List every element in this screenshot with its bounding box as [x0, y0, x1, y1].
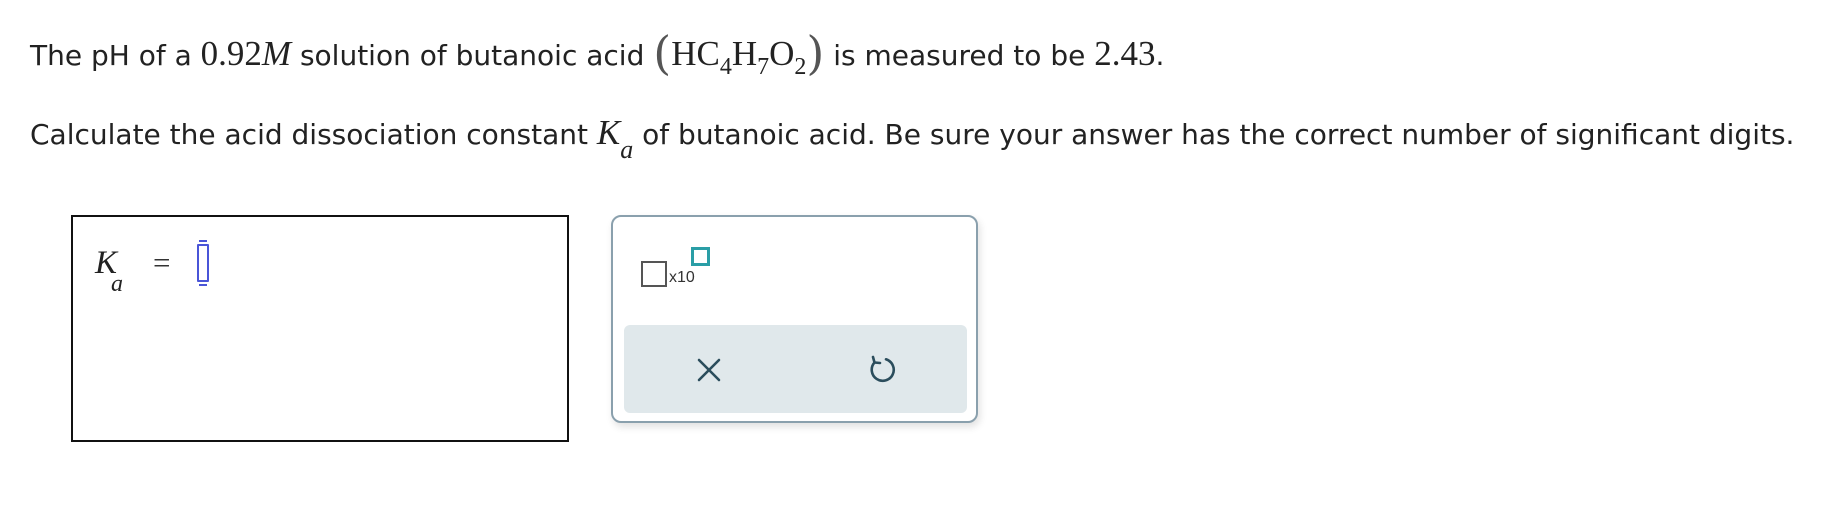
cursor-top-tick: [199, 240, 207, 242]
question-line-2: Calculate the acid dissociation constant…: [30, 113, 1795, 164]
ph-value: 2.43: [1094, 34, 1156, 73]
formula: (HC4H7O2): [653, 26, 824, 80]
formula-h: H: [731, 34, 758, 73]
question-line-1: The pH of a 0.92M solution of butanoic a…: [30, 22, 1165, 80]
undo-button[interactable]: [863, 351, 901, 389]
formula-o: O: [769, 34, 795, 73]
sci-base-placeholder-icon: [641, 261, 667, 287]
input-caret-box: [197, 244, 209, 282]
open-paren: (: [653, 26, 672, 80]
ka-label-sub: a: [111, 271, 123, 297]
close-icon: [697, 358, 721, 382]
formula-sub-7: 7: [757, 54, 770, 80]
cursor-bottom-tick: [199, 284, 207, 286]
equals-sign: =: [153, 245, 171, 280]
formula-sub-4: 4: [719, 54, 732, 80]
math-tool-panel: x10: [611, 215, 978, 423]
ka-symbol-sub: a: [620, 135, 634, 164]
sci-exponent-placeholder-icon: [691, 247, 710, 266]
question-text: of butanoic acid. Be sure your answer ha…: [633, 118, 1795, 151]
ka-label: K a: [95, 245, 123, 297]
question-text: is measured to be: [824, 39, 1095, 72]
question-text: .: [1155, 39, 1165, 72]
scientific-notation-button[interactable]: x10: [641, 247, 713, 291]
ka-answer-input[interactable]: [191, 240, 217, 286]
ka-symbol-k: K: [596, 113, 621, 152]
formula-sub-2: 2: [794, 54, 807, 80]
question-text: Calculate the acid dissociation constant: [30, 118, 597, 151]
close-paren: ): [806, 26, 825, 80]
concentration-value: 0.92: [200, 34, 262, 73]
action-bar: [624, 325, 967, 413]
answer-box: K a =: [71, 215, 569, 442]
clear-button[interactable]: [690, 351, 728, 389]
undo-icon: [870, 355, 896, 383]
sci-notation-label: x10: [669, 269, 695, 286]
formula-hc: HC: [671, 34, 720, 73]
question-text: The pH of a: [30, 39, 201, 72]
question-text: solution of butanoic acid: [291, 39, 654, 72]
molarity-unit: M: [261, 34, 292, 73]
